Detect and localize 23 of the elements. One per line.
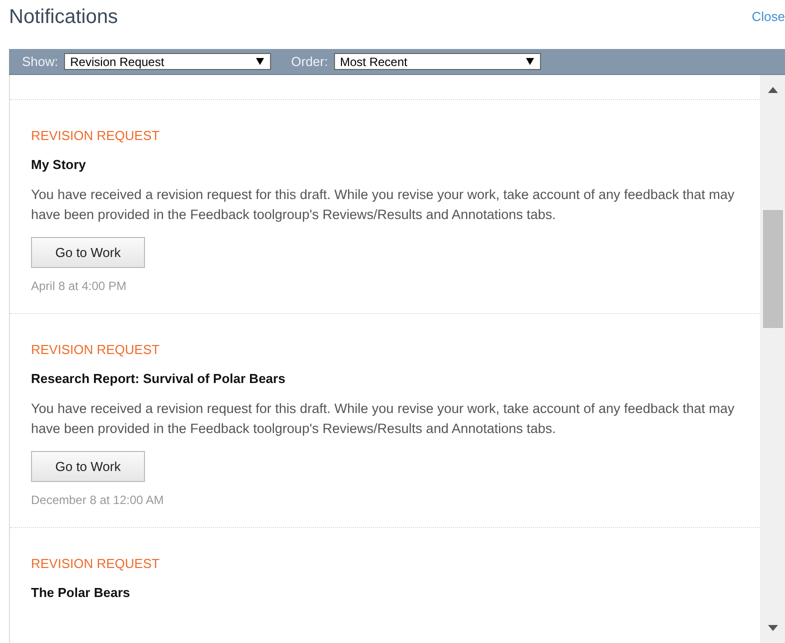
- notification-title: Research Report: Survival of Polar Bears: [31, 371, 286, 386]
- notification-category: REVISION REQUEST: [31, 128, 160, 143]
- notification-category: REVISION REQUEST: [31, 342, 160, 357]
- scroll-up-icon[interactable]: [768, 87, 778, 93]
- panel-title: Notifications: [9, 6, 118, 29]
- filter-dropdown[interactable]: Revision Request: [64, 53, 272, 70]
- dropdown-caret-icon: [256, 58, 264, 65]
- notification-title: My Story: [31, 157, 86, 172]
- notification-title: The Polar Bears: [31, 585, 130, 600]
- scrollbar-thumb[interactable]: [762, 210, 782, 328]
- scrollbar[interactable]: [760, 75, 785, 643]
- filter-label: Show:: [22, 54, 58, 69]
- notification-message: You have received a revision request for this draft. While you revise your work, take account of any feedback that may have been provided in the Feedback toolgroup's Reviews/Results and Annotations tabs.: [31, 400, 736, 438]
- filter-label: Order:: [291, 54, 328, 69]
- dropdown-caret-icon: [526, 58, 534, 65]
- notification-category: REVISION REQUEST: [31, 556, 160, 571]
- notification-date: December 8 at 12:00 AM: [31, 493, 164, 507]
- notification-message: You have received a revision request for this draft. While you revise your work, take account of any feedback that may have been provided in the Feedback toolgroup's Reviews/Results and Annotations tabs.: [31, 186, 736, 224]
- filter-dropdown[interactable]: Most Recent: [334, 53, 541, 70]
- scroll-down-icon[interactable]: [768, 625, 778, 631]
- go-to-work-button[interactable]: Go to Work: [31, 237, 145, 268]
- notification-date: April 8 at 4:00 PM: [31, 279, 126, 293]
- go-to-work-button[interactable]: Go to Work: [31, 451, 145, 482]
